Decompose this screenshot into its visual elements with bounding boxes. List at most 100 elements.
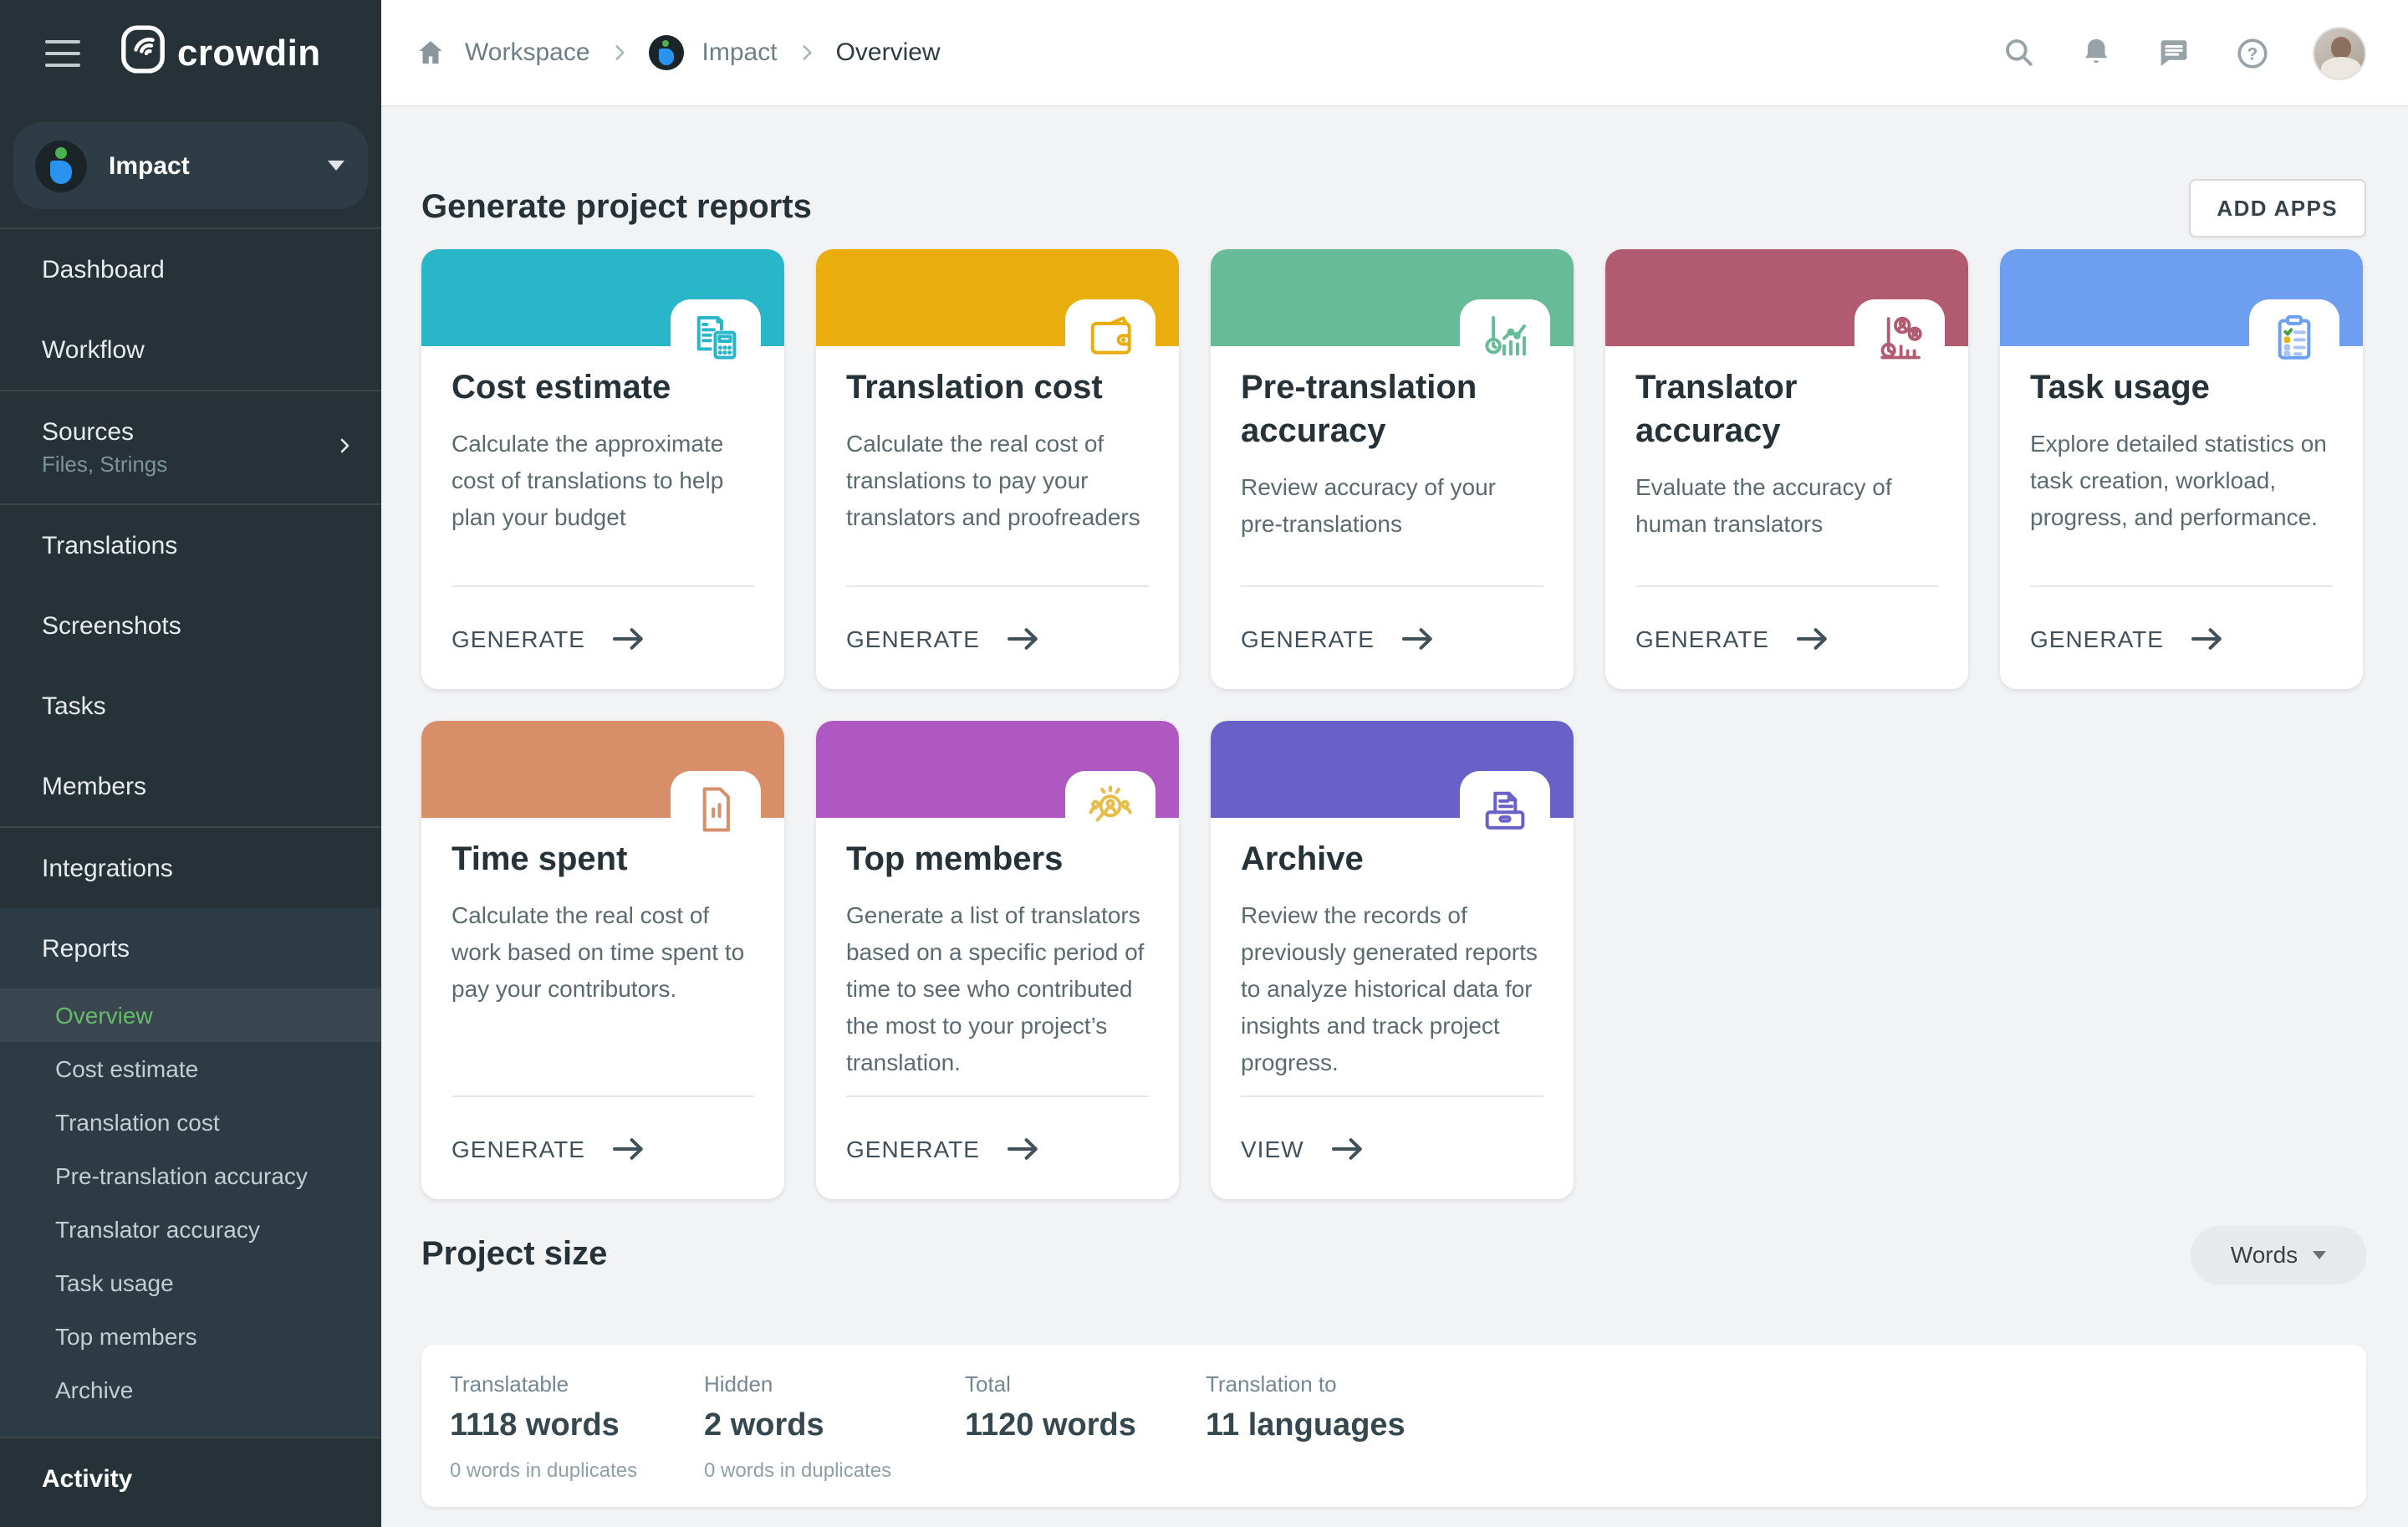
messages-chat-icon[interactable] xyxy=(2155,34,2192,71)
generate-link[interactable]: GENERATE xyxy=(1241,585,1543,689)
sidebar-reports-group: Reports Overview Cost estimate Translati… xyxy=(0,908,381,1437)
help-icon[interactable]: ? xyxy=(2234,34,2271,71)
breadcrumb-workspace[interactable]: Workspace xyxy=(465,38,590,67)
report-card-translation-cost: Translation cost Calculate the real cost… xyxy=(816,249,1179,689)
card-description: Calculate the real cost of work based on… xyxy=(452,896,754,1007)
chevron-right-icon xyxy=(609,42,630,64)
crowdin-logo-icon xyxy=(120,25,166,82)
card-description: Generate a list of translators based on … xyxy=(846,896,1149,1080)
sidebar-subitem-pre-translation-accuracy[interactable]: Pre-translation accuracy xyxy=(0,1149,381,1203)
generate-link[interactable]: GENERATE xyxy=(2030,585,2333,689)
card-title: Translator accuracy xyxy=(1635,366,1911,453)
sidebar-subitem-overview[interactable]: Overview xyxy=(0,988,381,1042)
sidebar-item-dashboard[interactable]: Dashboard xyxy=(0,229,381,309)
card-description: Review accuracy of your pre-translations xyxy=(1241,468,1543,542)
sidebar-item-reports[interactable]: Reports xyxy=(0,908,381,988)
add-apps-button[interactable]: ADD APPS xyxy=(2188,178,2366,237)
view-link[interactable]: VIEW xyxy=(1241,1095,1543,1199)
report-card-top-members: Top members Generate a list of translato… xyxy=(816,721,1179,1199)
svg-text:?: ? xyxy=(2247,44,2258,64)
arrow-right-icon xyxy=(1007,1136,1040,1160)
topbar-actions: ? xyxy=(2002,26,2366,79)
chevron-down-icon xyxy=(2313,1250,2326,1259)
sidebar: crowdin Impact Dashboard Workflow Source… xyxy=(0,0,381,1527)
report-cards-row-1: Cost estimate Calculate the approximate … xyxy=(421,249,2366,689)
sidebar-subitem-translation-cost[interactable]: Translation cost xyxy=(0,1095,381,1149)
project-size-stats: Translatable 1118 words 0 words in dupli… xyxy=(421,1345,2366,1507)
document-bars-icon xyxy=(671,771,761,848)
clipboard-checklist-icon xyxy=(2249,299,2339,376)
units-dropdown[interactable]: Words xyxy=(2191,1225,2366,1284)
wallet-icon xyxy=(1065,299,1156,376)
sidebar-item-label: Sources xyxy=(42,418,134,447)
stat-translation-to: Translation to 11 languages xyxy=(1206,1371,1406,1458)
sidebar-nav: Dashboard Workflow Sources Files, String… xyxy=(0,227,381,1519)
arrow-right-icon xyxy=(1007,626,1040,650)
generate-link[interactable]: GENERATE xyxy=(1635,585,1938,689)
generate-link[interactable]: GENERATE xyxy=(452,1095,754,1199)
sidebar-subitem-cost-estimate[interactable]: Cost estimate xyxy=(0,1042,381,1095)
main-content: Generate project reports ADD APPS Cost e… xyxy=(381,107,2408,1527)
sidebar-item-screenshots[interactable]: Screenshots xyxy=(0,585,381,666)
sidebar-item-workflow[interactable]: Workflow xyxy=(0,309,381,390)
user-avatar[interactable] xyxy=(2313,26,2366,79)
archive-box-icon xyxy=(1460,771,1550,848)
sidebar-item-activity[interactable]: Activity xyxy=(0,1438,381,1519)
report-card-time-spent: Time spent Calculate the real cost of wo… xyxy=(421,721,784,1199)
generate-link[interactable]: GENERATE xyxy=(846,585,1149,689)
generate-link[interactable]: GENERATE xyxy=(846,1095,1149,1199)
card-title: Pre-translation accuracy xyxy=(1241,366,1517,453)
report-card-task-usage: Task usage Explore detailed statistics o… xyxy=(2000,249,2363,689)
arrow-right-icon xyxy=(2191,626,2224,650)
project-switcher[interactable]: Impact xyxy=(13,122,368,209)
sidebar-subitem-top-members[interactable]: Top members xyxy=(0,1310,381,1363)
arrow-right-icon xyxy=(612,626,645,650)
topbar: Workspace Impact Overview ? xyxy=(381,0,2408,107)
chart-clock-icon xyxy=(1460,299,1550,376)
sidebar-subitem-translator-accuracy[interactable]: Translator accuracy xyxy=(0,1203,381,1256)
invoice-calculator-icon xyxy=(671,299,761,376)
stat-hidden: Hidden 2 words 0 words in duplicates xyxy=(704,1371,891,1482)
breadcrumb-current-page: Overview xyxy=(836,38,941,67)
stat-translatable: Translatable 1118 words 0 words in dupli… xyxy=(450,1371,637,1482)
report-card-archive: Archive Review the records of previously… xyxy=(1211,721,1574,1199)
search-icon[interactable] xyxy=(2002,35,2037,70)
sidebar-subitem-archive[interactable]: Archive xyxy=(0,1363,381,1417)
card-description: Review the records of previously generat… xyxy=(1241,896,1543,1080)
breadcrumb: Workspace Impact Overview xyxy=(415,35,941,70)
chevron-down-icon xyxy=(328,161,344,171)
generate-link[interactable]: GENERATE xyxy=(452,585,754,689)
breadcrumb-project[interactable]: Impact xyxy=(702,38,778,67)
report-cards-row-2: Time spent Calculate the real cost of wo… xyxy=(421,721,2366,1199)
crowdin-logo-text: crowdin xyxy=(177,32,321,75)
chevron-right-icon xyxy=(796,42,818,64)
arrow-right-icon xyxy=(1331,1136,1365,1160)
card-description: Evaluate the accuracy of human translato… xyxy=(1635,468,1938,542)
report-card-cost-estimate: Cost estimate Calculate the approximate … xyxy=(421,249,784,689)
home-icon[interactable] xyxy=(415,37,446,69)
stat-total: Total 1120 words xyxy=(965,1371,1136,1458)
people-chart-icon xyxy=(1854,299,1945,376)
crowdin-logo[interactable]: crowdin xyxy=(120,25,321,82)
sidebar-header: crowdin xyxy=(0,0,381,107)
project-avatar xyxy=(35,140,87,192)
breadcrumb-project-avatar xyxy=(649,35,684,70)
project-size-title: Project size xyxy=(421,1235,607,1274)
arrow-right-icon xyxy=(1796,626,1829,650)
hamburger-menu-icon[interactable] xyxy=(45,40,80,67)
report-card-translator-accuracy: Translator accuracy Evaluate the accurac… xyxy=(1605,249,1968,689)
sidebar-item-integrations[interactable]: Integrations xyxy=(0,828,381,908)
arrow-right-icon xyxy=(612,1136,645,1160)
card-description: Calculate the approximate cost of transl… xyxy=(452,425,754,535)
sidebar-subitem-task-usage[interactable]: Task usage xyxy=(0,1256,381,1310)
notifications-bell-icon[interactable] xyxy=(2079,35,2114,70)
sidebar-item-tasks[interactable]: Tasks xyxy=(0,666,381,746)
sidebar-item-members[interactable]: Members xyxy=(0,746,381,826)
project-name: Impact xyxy=(109,151,190,180)
page-title: Generate project reports xyxy=(421,188,812,227)
report-card-pre-translation-accuracy: Pre-translation accuracy Review accuracy… xyxy=(1211,249,1574,689)
people-magnifier-icon xyxy=(1065,771,1156,848)
card-description: Calculate the real cost of translations … xyxy=(846,425,1149,535)
sidebar-item-sources[interactable]: Sources Files, Strings xyxy=(0,391,381,503)
sidebar-item-translations[interactable]: Translations xyxy=(0,505,381,585)
